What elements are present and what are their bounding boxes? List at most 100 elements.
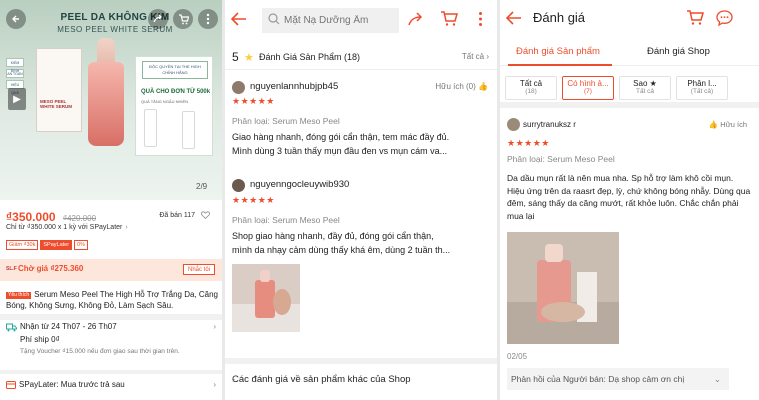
cart-icon[interactable] [686,10,704,26]
image-counter: 2/9 [196,182,208,191]
seller-reply[interactable]: Phản hồi của Người bán: Dạ shop cảm ơn c… [507,368,729,390]
review-stars: ★★★★★ [232,195,275,205]
see-all-link[interactable]: Tất cả › [462,52,489,61]
helpful-text: Hữu ích (0) [435,82,476,91]
rating-value: 5 [232,50,239,64]
review-body-line: Shop giao hàng nhanh, đầy đủ, đóng gói c… [232,231,434,241]
spaylater-tag: SPayLater [40,240,73,250]
heart-icon[interactable] [201,211,210,220]
product-reviews-panel: 5 ★ Đánh Giá Sản Phẩm (18) Tất cả › nguy… [225,0,497,400]
avatar [232,179,245,192]
sold-count-text: Đã bán 117 [159,211,196,219]
remind-me-button[interactable]: Nhắc tôi [182,264,215,275]
truck-icon [6,323,17,332]
share-icon[interactable] [407,11,425,27]
filter-label: Sao ★ [633,79,657,88]
review-username: nguyenngocleuywib930 [250,179,350,190]
chevron-down-icon: ⌄ [713,374,721,384]
installment-text: Chỉ từ ₫350.000 x 1 kỳ với SPayLater [6,224,123,231]
review-variant: Phân loại: Serum Meso Peel [232,116,340,126]
back-button[interactable] [505,10,522,28]
top-bar [225,0,497,42]
page-title: Đánh giá [533,10,586,25]
hero-badges: KIỂM ĐỊNH AN TOÀN HIỆU QUẢ [6,58,24,95]
more-button[interactable] [198,9,218,29]
review-stars: ★★★★★ [507,138,550,148]
tab-product-reviews[interactable]: Đánh giá Sản phẩm [516,46,600,57]
back-button[interactable] [6,9,26,29]
arrow-left-icon [505,11,521,25]
filter-variant[interactable]: Phân l... (Tất cả) [676,76,728,100]
hero-badge: AN TOÀN [6,69,24,78]
product-box-text: MESO PEEL WHITE SERUM [40,99,72,109]
filter-count: (7) [584,88,592,95]
reviews-header: 5 ★ Đánh Giá Sản Phẩm (18) Tất cả › [225,46,497,70]
flash-sale-logo: SL.F [6,266,17,272]
back-button[interactable] [230,11,247,29]
filter-count: (Tất cả) [690,88,714,95]
hero-subtitle: MESO PEEL WHITE SERUM [57,25,173,34]
section-divider [0,314,222,320]
reviews-title: Đánh Giá Sản Phẩm (18) [259,52,361,62]
zero-percent-tag: 0% [74,240,88,250]
card-icon [6,380,16,389]
other-reviews-row[interactable]: Các đánh giá về sản phẩm khác của Shop › [225,358,497,400]
review-filters: Tất cả (18) Có hình ả... (7) Sao ★ Tất c… [500,72,759,108]
tab-shop-reviews[interactable]: Đánh giá Shop [647,46,710,57]
chat-icon[interactable] [716,10,733,26]
share-button[interactable] [148,9,168,29]
review-body-line: mình da nhạy cảm dùng thấy khá êm, dùng … [232,245,451,255]
search-icon [268,13,280,25]
helpful-button[interactable]: 👍 Hữu ích [709,120,747,129]
more-vertical-icon[interactable] [478,11,483,27]
filter-label: Tất cả [519,79,543,88]
seller-reply-text: Phản hồi của Người bán: Dạ shop cảm ơn c… [511,374,685,384]
review-photo[interactable] [507,232,619,344]
current-price: ₫350.000 [6,210,56,224]
flash-sale-price: Chờ giá ₫275.360 [18,264,84,273]
review-body: Da dầu mụn rất là nên mua nha. Sp hỗ trợ… [507,173,751,221]
chevron-right-icon: › [213,322,216,331]
filter-stars[interactable]: Sao ★ Tất cả [619,76,671,100]
review-photo[interactable] [232,264,300,332]
helpful-text: Hữu ích [720,120,747,129]
review-list-panel: Đánh giá Đánh giá Sản phẩm Đánh giá Shop… [500,0,759,400]
star-icon: ★ [244,52,254,64]
review-variant: Phân loại: Serum Meso Peel [507,154,615,164]
filter-all[interactable]: Tất cả (18) [505,76,557,100]
cart-icon[interactable] [440,11,458,27]
share-icon [153,14,162,23]
review-item: nguyenngocleuywib930 ★★★★★ Phân loại: Se… [232,178,490,338]
avatar [232,81,245,94]
favorite-badge: Yêu thích [6,292,32,299]
search-input[interactable] [262,8,399,33]
flash-sale-banner: SL.F Chờ giá ₫275.360 Nhắc tôi [0,259,222,281]
arrow-left-icon [230,12,246,26]
spaylater-text: SPayLater: Mua trước trả sau [19,380,125,389]
see-all-text: Tất cả [461,52,485,61]
top-bar: Đánh giá [500,0,759,38]
section-divider [0,370,222,374]
review-date: 02/05 [507,352,528,361]
filter-label: Có hình ả... [567,79,609,88]
chevron-right-icon: › [125,224,128,231]
review-body-line: Giao hàng nhanh, đóng gói cẩn thận, tem … [232,132,450,142]
cart-button[interactable] [173,9,193,29]
thumbs-up-icon: 👍 [478,82,488,91]
product-detail-panel: PEEL DA KHÔNG KIM MESO PEEL WHITE SERUM … [0,0,222,400]
gift-item [182,111,195,149]
review-username: surrytranuksz r [523,120,576,129]
filter-count: Tất cả [635,88,655,95]
installment-info[interactable]: Chỉ từ ₫350.000 x 1 kỳ với SPayLater › [6,224,128,231]
filter-with-photos[interactable]: Có hình ả... (7) [562,76,614,100]
review-variant: Phân loại: Serum Meso Peel [232,215,340,225]
helpful-button[interactable]: Hữu ích (0) 👍 [435,82,488,91]
spaylater-row[interactable]: SPayLater: Mua trước trả sau › [6,380,216,389]
active-tab-indicator [508,64,612,66]
play-video-button[interactable]: ▶ [8,88,26,110]
promo-small: QUÀ TĂNG NGẪU NHIÊN [141,99,189,104]
screenshot-root: PEEL DA KHÔNG KIM MESO PEEL WHITE SERUM … [0,0,759,400]
shipping-fee: Phí ship 0₫ [20,335,60,344]
gift-item [144,109,157,147]
product-image-carousel[interactable]: PEEL DA KHÔNG KIM MESO PEEL WHITE SERUM … [0,0,222,200]
